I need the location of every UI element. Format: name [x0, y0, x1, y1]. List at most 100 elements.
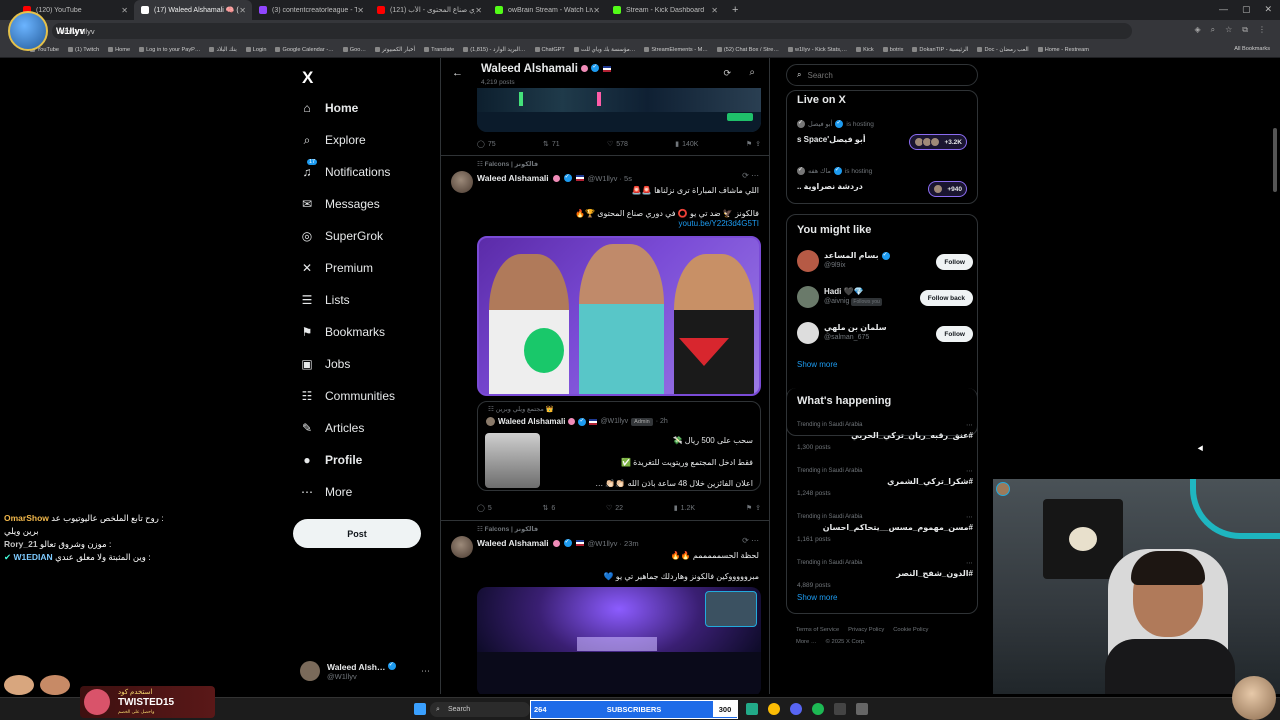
space-title[interactable]: أبو فيصل's Space	[797, 135, 866, 144]
scrollbar-thumb[interactable]	[1273, 128, 1277, 192]
close-icon[interactable]: ✕	[593, 6, 600, 15]
close-icon[interactable]: ✕	[239, 6, 246, 15]
search-input[interactable]	[807, 70, 958, 80]
follow-back-button[interactable]: Follow back	[919, 290, 973, 306]
nav-notifications[interactable]: ♫ 17 Notifications	[300, 159, 390, 179]
star-icon[interactable]: ☆	[1225, 25, 1232, 35]
bookmark[interactable]: أخبار الكمبيوتر	[374, 47, 415, 53]
nav-more[interactable]: ⋯ More	[300, 485, 352, 499]
show-more-link[interactable]: Show more	[797, 593, 837, 602]
bookmark[interactable]: Home	[108, 47, 130, 53]
bookmark[interactable]: ChatGPT	[534, 47, 565, 53]
like-button[interactable]: ♡ 22	[606, 504, 623, 513]
tweet[interactable]: ☷ Falcons | فالكونز Waleed Alshamali@W1l…	[441, 521, 769, 694]
bookmark[interactable]: Kick	[856, 47, 874, 53]
post-button[interactable]: Post	[293, 519, 421, 548]
url-field[interactable]: om/W1llyv	[52, 23, 1132, 39]
bookmark[interactable]: (52) Chat Box / Stre…	[716, 47, 779, 53]
follow-suggestion[interactable]: سلمان بن ملهي @salman_675 Follow	[797, 319, 973, 347]
bookmark[interactable]: Google Calendar -…	[275, 47, 334, 53]
nav-supergrok[interactable]: ◎ SuperGrok	[300, 229, 383, 243]
close-icon[interactable]: ✕	[121, 6, 128, 15]
bookmark[interactable]: Home - Restream	[1037, 47, 1089, 53]
search-icon[interactable]: ⌕	[749, 67, 755, 78]
tab-kick-dashboard[interactable]: Stream - Kick Dashboard ✕	[606, 0, 724, 20]
reply-button[interactable]: ◯ 5	[477, 504, 492, 513]
nav-bookmarks[interactable]: ⚑ Bookmarks	[300, 325, 385, 339]
bookmark[interactable]: بنك البلاد	[209, 47, 237, 53]
tweet-link[interactable]: youtu.be/Y22t3d4G5TI	[679, 219, 760, 228]
account-switcher[interactable]: Waleed Alsh… @W1llyv ⋯	[300, 657, 440, 685]
repost-button[interactable]: ⇅ 6	[542, 504, 555, 513]
bookmark[interactable]: Login	[245, 47, 266, 53]
tab-twitch[interactable]: (3) contentcreatorleague - Twit…✕	[252, 0, 370, 20]
nav-premium[interactable]: ✕ Premium	[300, 261, 373, 275]
trend-item[interactable]: Trending in Saudi Arabia #شكرا_تركي_الشمر…	[797, 468, 973, 497]
tab-youtube-league[interactable]: (121) دوري صناع المحتوى - الأب…✕	[370, 0, 488, 20]
taskbar-search[interactable]: ⌕ Search	[430, 702, 530, 717]
nav-home[interactable]: ⌂ Home	[300, 101, 358, 115]
bookmark[interactable]: DokanTIP - الرئيسية	[912, 47, 968, 53]
views-button[interactable]: ▮ 1.2K	[674, 504, 695, 513]
menu-icon[interactable]: ⋮	[1258, 25, 1266, 35]
new-tab-button[interactable]: +	[724, 0, 746, 20]
space-title[interactable]: دردشة نصراوية ..	[797, 182, 863, 191]
more-icon[interactable]: ⋯	[966, 559, 973, 567]
more-icon[interactable]: ⟳ ⋯	[742, 536, 759, 545]
follow-suggestion[interactable]: Hadi 🖤💎 @aivnig Follows you Follow back	[797, 283, 973, 311]
bookmark-button[interactable]: ⚑ ⇪	[746, 140, 761, 148]
avatar[interactable]	[451, 171, 473, 193]
reply-button[interactable]: ◯ 75	[477, 140, 496, 149]
follow-button[interactable]: Follow	[936, 254, 973, 270]
tweet-image[interactable]	[477, 236, 761, 396]
app-icon[interactable]	[746, 703, 758, 715]
space-listeners[interactable]: +940	[928, 181, 967, 197]
extension-icon[interactable]: ◈	[1194, 25, 1200, 35]
like-button[interactable]: ♡ 578	[607, 140, 628, 149]
more-icon[interactable]: ⋯	[966, 421, 973, 429]
tab-x-profile[interactable]: (17) Waleed Alshamali 🧠 (@W…✕	[134, 0, 252, 20]
bookmark[interactable]: (1) Twitch	[67, 47, 99, 53]
obs-icon[interactable]	[834, 703, 846, 715]
back-arrow-icon[interactable]: ←	[452, 67, 463, 79]
close-icon[interactable]: ✕	[475, 6, 482, 15]
puzzle-icon[interactable]: ⧉	[1242, 25, 1248, 35]
space-listeners[interactable]: +3.2K	[909, 134, 967, 150]
bookmark[interactable]: البريد الوارد - (1,815)…	[463, 47, 526, 53]
avatar[interactable]	[451, 536, 473, 558]
nav-communities[interactable]: ☷ Communities	[300, 389, 395, 403]
spotify-icon[interactable]	[812, 703, 824, 715]
nav-lists[interactable]: ☰ Lists	[300, 293, 350, 307]
follow-button[interactable]: Follow	[936, 326, 973, 342]
all-bookmarks[interactable]: All Bookmarks	[1230, 42, 1270, 57]
x-logo[interactable]: X	[302, 68, 313, 88]
quoted-tweet[interactable]: ☷ مجتمع ويلي وبرين 👑 Waleed Alshamali@W1…	[477, 401, 761, 491]
nav-messages[interactable]: ✉ Messages	[300, 197, 380, 211]
more-icon[interactable]: ⋯	[966, 467, 973, 475]
tweet[interactable]: ☷ Falcons | فالكونز Waleed Alshamali@W1l…	[441, 156, 769, 513]
close-icon[interactable]: ✕	[711, 6, 718, 15]
tweet-media[interactable]	[477, 88, 761, 132]
close-window-icon[interactable]: ✕	[1264, 4, 1272, 15]
tab-kick-watch[interactable]: owBrain Stream - Watch Live o…✕	[488, 0, 606, 20]
chrome-icon[interactable]	[768, 703, 780, 715]
zoom-icon[interactable]: ⌕	[1211, 25, 1215, 35]
nav-explore[interactable]: ⌕ Explore	[300, 133, 366, 148]
bookmark[interactable]: Translate	[424, 47, 454, 53]
nav-jobs[interactable]: ▣ Jobs	[300, 357, 350, 371]
bookmark[interactable]: مؤسسة بك وياي للت…	[573, 47, 635, 53]
more-icon[interactable]: ⋯	[966, 513, 973, 521]
minimize-icon[interactable]: —	[1219, 4, 1228, 15]
trend-item[interactable]: Trending in Saudi Arabia #عنق_رقبه_ريان_ت…	[797, 422, 973, 451]
trend-item[interactable]: Trending in Saudi Arabia #الدون_شفح_النصر…	[797, 560, 973, 589]
nav-articles[interactable]: ✎ Articles	[300, 421, 364, 435]
bookmark[interactable]: Doc - العب رمضان	[977, 47, 1029, 53]
windows-start-icon[interactable]	[414, 703, 426, 715]
bookmark[interactable]: Goo…	[342, 47, 366, 53]
views-button[interactable]: ▮ 140K	[675, 140, 698, 149]
bookmark[interactable]: Log in to your PayP…	[139, 47, 200, 53]
discord-icon[interactable]	[790, 703, 802, 715]
nav-profile[interactable]: ● Profile	[300, 453, 362, 467]
bookmark[interactable]: StreamElements - M…	[644, 47, 708, 53]
bookmark-button[interactable]: ⚑ ⇪	[746, 504, 761, 512]
